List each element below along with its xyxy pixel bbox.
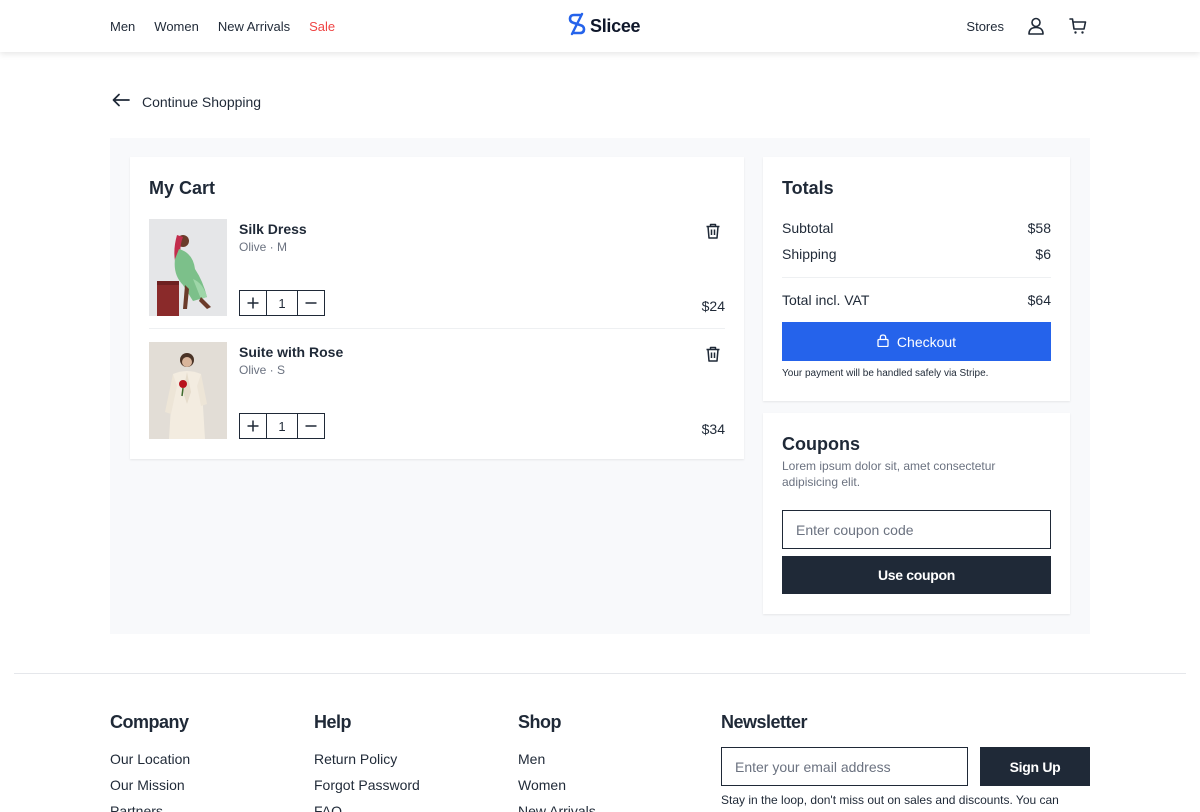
total-row: Total incl. VAT $64 xyxy=(782,292,1051,308)
footer-column-title: Company xyxy=(110,712,189,732)
footer-column-shop: Shop Men Women New Arrivals xyxy=(518,712,596,812)
product-variant: Olive · M xyxy=(239,240,287,254)
total-label: Total incl. VAT xyxy=(782,292,870,308)
item-divider xyxy=(149,328,725,329)
footer-link[interactable]: Our Mission xyxy=(110,777,190,803)
coupons-description: Lorem ipsum dolor sit, amet consectetur … xyxy=(782,459,996,489)
quantity-stepper: 1 xyxy=(239,290,325,316)
cart-card: My Cart Silk Dress Olive · M 1 $24 Suite… xyxy=(130,157,744,459)
minus-icon[interactable] xyxy=(298,414,324,438)
totals-title: Totals xyxy=(782,178,834,198)
footer-divider xyxy=(14,673,1186,674)
footer-link[interactable]: Partners xyxy=(110,803,190,812)
footer-link[interactable]: Return Policy xyxy=(314,751,420,777)
total-value: $64 xyxy=(1027,292,1051,308)
cart-icon[interactable] xyxy=(1068,16,1088,36)
newsletter-note: Stay in the loop, don't miss out on sale… xyxy=(721,793,1059,807)
footer-column-title: Help xyxy=(314,712,352,732)
newsletter-title: Newsletter xyxy=(721,712,808,732)
nav-new-arrivals[interactable]: New Arrivals xyxy=(218,19,290,34)
coupon-code-input[interactable] xyxy=(782,510,1051,549)
nav-women[interactable]: Women xyxy=(154,19,199,34)
nav-sale[interactable]: Sale xyxy=(309,19,335,34)
product-image[interactable] xyxy=(149,342,227,439)
subtotal-value: $58 xyxy=(1027,220,1051,236)
trash-icon[interactable] xyxy=(705,346,721,362)
quantity-value[interactable]: 1 xyxy=(266,414,298,438)
lock-icon xyxy=(877,333,889,350)
footer-link[interactable]: Women xyxy=(518,777,596,803)
continue-shopping-label: Continue Shopping xyxy=(142,93,262,110)
newsletter-email-input[interactable] xyxy=(721,747,968,786)
nav-men[interactable]: Men xyxy=(110,19,135,34)
header-actions: Stores xyxy=(966,0,1088,52)
footer-column-help: Help Return Policy Forgot Password FAQ xyxy=(314,712,420,812)
footer-link[interactable]: New Arrivals xyxy=(518,803,596,812)
product-price: $34 xyxy=(701,421,725,437)
shipping-label: Shipping xyxy=(782,246,837,262)
use-coupon-button[interactable]: Use coupon xyxy=(782,556,1051,594)
footer-link[interactable]: Men xyxy=(518,751,596,777)
totals-card: Totals Subtotal $58 Shipping $6 Total in… xyxy=(763,157,1070,401)
sign-up-button[interactable]: Sign Up xyxy=(980,747,1090,786)
cart-title: My Cart xyxy=(149,178,216,198)
payment-note: Your payment will be handled safely via … xyxy=(782,368,989,379)
nav-stores[interactable]: Stores xyxy=(966,19,1004,34)
quantity-stepper: 1 xyxy=(239,413,325,439)
product-name[interactable]: Suite with Rose xyxy=(239,344,343,360)
arrow-left-icon xyxy=(112,93,130,110)
main-nav: Men Women New Arrivals Sale xyxy=(110,0,335,52)
cart-item: Suite with Rose Olive · S 1 $34 xyxy=(149,342,725,452)
checkout-button[interactable]: Checkout xyxy=(782,322,1051,361)
cart-item: Silk Dress Olive · M 1 $24 xyxy=(149,219,725,329)
coupons-card: Coupons Lorem ipsum dolor sit, amet cons… xyxy=(763,413,1070,614)
coupons-title: Coupons xyxy=(782,434,860,454)
trash-icon[interactable] xyxy=(705,223,721,239)
product-name[interactable]: Silk Dress xyxy=(239,221,307,237)
product-variant: Olive · S xyxy=(239,363,286,377)
product-image[interactable] xyxy=(149,219,227,316)
product-price: $24 xyxy=(701,298,725,314)
logo-mark-icon xyxy=(567,12,587,41)
footer-link[interactable]: FAQ xyxy=(314,803,420,812)
checkout-label: Checkout xyxy=(896,333,957,350)
footer-link[interactable]: Forgot Password xyxy=(314,777,420,803)
user-icon[interactable] xyxy=(1026,16,1046,36)
quantity-value[interactable]: 1 xyxy=(266,291,298,315)
logo[interactable]: Slicee xyxy=(567,12,641,41)
footer-column-title: Shop xyxy=(518,712,561,732)
subtotal-label: Subtotal xyxy=(782,220,834,236)
plus-icon[interactable] xyxy=(240,291,266,315)
shipping-row: Shipping $6 xyxy=(782,246,1051,262)
logo-text: Slicee xyxy=(590,15,641,36)
minus-icon[interactable] xyxy=(298,291,324,315)
totals-divider xyxy=(782,277,1051,278)
shipping-value: $6 xyxy=(1035,246,1051,262)
footer-column-newsletter: Newsletter xyxy=(721,712,808,751)
continue-shopping-link[interactable]: Continue Shopping xyxy=(112,93,261,110)
footer-link[interactable]: Our Location xyxy=(110,751,190,777)
footer-column-company: Company Our Location Our Mission Partner… xyxy=(110,712,190,812)
plus-icon[interactable] xyxy=(240,414,266,438)
subtotal-row: Subtotal $58 xyxy=(782,220,1051,236)
site-header: Men Women New Arrivals Sale Slicee Store… xyxy=(0,0,1200,52)
